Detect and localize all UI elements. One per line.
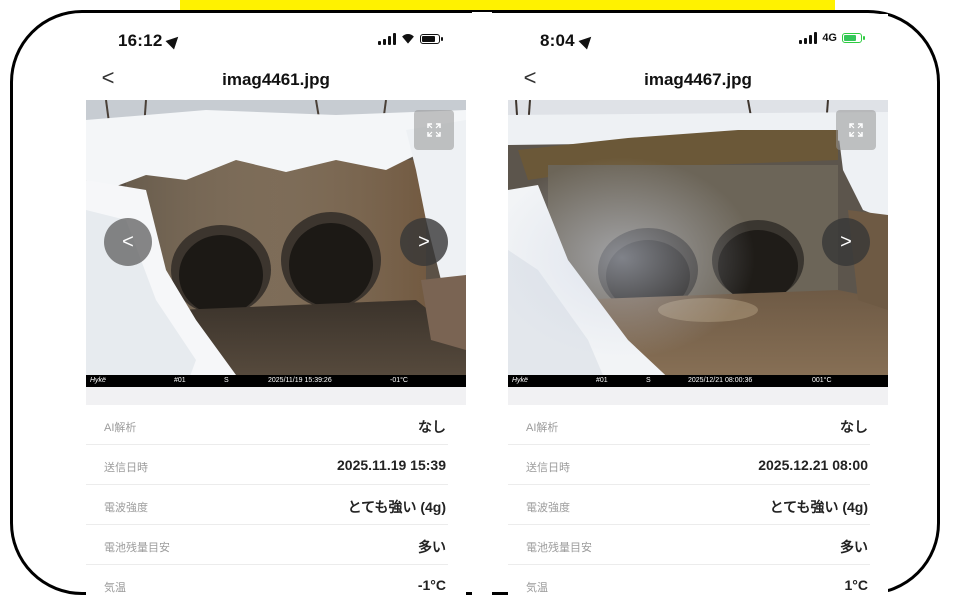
phone-screenshot-left: 16:12 < imag4461.jpg < > Hykë #01 S 2025… bbox=[86, 14, 466, 602]
center-divider bbox=[472, 12, 492, 602]
photo-info-stamp: Hykë #01 S 2025/12/21 08:00:36 001°C bbox=[508, 375, 888, 387]
stamp-brand: Hykë bbox=[90, 377, 106, 384]
info-row-battery: 電池残量目安 多い bbox=[508, 525, 870, 565]
stamp-camera-id: #01 bbox=[174, 377, 186, 384]
info-row-temperature: 気温 -1°C bbox=[86, 565, 448, 602]
info-value: なし bbox=[840, 419, 868, 435]
info-value: 1°C bbox=[844, 577, 869, 593]
status-bar: 8:04 4G bbox=[508, 14, 888, 58]
info-list: AI解析 なし 送信日時 2025.11.19 15:39 電波強度 とても強い… bbox=[86, 405, 466, 602]
info-value: とても強い (4g) bbox=[347, 499, 446, 515]
info-label: AI解析 bbox=[526, 422, 559, 434]
info-label: 電池残量目安 bbox=[104, 542, 170, 554]
info-label: 送信日時 bbox=[104, 462, 148, 474]
info-row-signal: 電波強度 とても強い (4g) bbox=[508, 485, 870, 525]
info-label: 電波強度 bbox=[526, 502, 570, 514]
next-photo-button[interactable]: > bbox=[822, 218, 870, 266]
expand-button[interactable] bbox=[836, 110, 876, 150]
next-photo-button[interactable]: > bbox=[400, 218, 448, 266]
info-label: 電波強度 bbox=[104, 502, 148, 514]
info-value: 多い bbox=[418, 539, 446, 555]
status-indicators bbox=[378, 32, 443, 46]
section-gap bbox=[508, 387, 888, 405]
info-row-ai: AI解析 なし bbox=[86, 405, 448, 445]
info-label: 電池残量目安 bbox=[526, 542, 592, 554]
info-row-sent-time: 送信日時 2025.11.19 15:39 bbox=[86, 445, 448, 485]
info-value: 2025.11.19 15:39 bbox=[337, 457, 446, 473]
cellular-signal-icon bbox=[378, 33, 396, 45]
info-row-battery: 電池残量目安 多い bbox=[86, 525, 448, 565]
info-value: とても強い (4g) bbox=[769, 499, 868, 515]
stamp-camera-id: #01 bbox=[596, 377, 608, 384]
photo-info-stamp: Hykë #01 S 2025/11/19 15:39:26 -01°C bbox=[86, 375, 466, 387]
info-label: 送信日時 bbox=[526, 462, 570, 474]
info-label: 気温 bbox=[526, 582, 548, 594]
status-time: 16:12 bbox=[118, 31, 183, 51]
stamp-brand: Hykë bbox=[512, 377, 528, 384]
status-indicators: 4G bbox=[799, 32, 865, 44]
nav-bar: < imag4461.jpg bbox=[86, 58, 466, 100]
camera-photo: > Hykë #01 S 2025/12/21 08:00:36 001°C bbox=[508, 100, 888, 387]
page-title: imag4467.jpg bbox=[644, 70, 752, 89]
info-list: AI解析 なし 送信日時 2025.12.21 08:00 電波強度 とても強い… bbox=[508, 405, 888, 602]
wifi-icon bbox=[401, 32, 415, 46]
info-row-ai: AI解析 なし bbox=[508, 405, 870, 445]
stamp-datetime: 2025/11/19 15:39:26 bbox=[268, 377, 332, 384]
stamp-mode: S bbox=[224, 377, 229, 384]
info-value: -1°C bbox=[417, 577, 446, 593]
info-value: 多い bbox=[840, 539, 868, 555]
info-row-sent-time: 送信日時 2025.12.21 08:00 bbox=[508, 445, 870, 485]
expand-icon bbox=[427, 123, 441, 137]
network-type-label: 4G bbox=[822, 32, 837, 44]
status-time-text: 8:04 bbox=[540, 31, 575, 50]
stamp-datetime: 2025/12/21 08:00:36 bbox=[688, 377, 753, 384]
info-row-temperature: 気温 1°C bbox=[508, 565, 870, 602]
stamp-temperature: 001°C bbox=[812, 377, 832, 384]
status-time-text: 16:12 bbox=[118, 31, 163, 50]
stamp-temperature: -01°C bbox=[390, 377, 408, 384]
location-arrow-icon bbox=[165, 32, 183, 50]
camera-photo: < > Hykë #01 S 2025/11/19 15:39:26 -01°C bbox=[86, 100, 466, 387]
nav-bar: < imag4467.jpg bbox=[508, 58, 888, 100]
status-time: 8:04 bbox=[540, 31, 596, 51]
info-row-signal: 電波強度 とても強い (4g) bbox=[86, 485, 448, 525]
previous-photo-button[interactable]: < bbox=[104, 218, 152, 266]
location-arrow-icon bbox=[578, 32, 596, 50]
info-label: 気温 bbox=[104, 582, 126, 594]
expand-button[interactable] bbox=[414, 110, 454, 150]
expand-icon bbox=[849, 123, 863, 137]
section-gap bbox=[86, 387, 466, 405]
phone-screenshot-right: 8:04 4G < imag4467.jpg > Hykë #01 S 2025… bbox=[508, 14, 888, 602]
page-title: imag4461.jpg bbox=[222, 70, 330, 89]
battery-icon bbox=[420, 34, 443, 44]
info-value: なし bbox=[418, 419, 446, 435]
battery-charging-icon bbox=[842, 33, 865, 43]
stamp-mode: S bbox=[646, 377, 651, 384]
status-bar: 16:12 bbox=[86, 14, 466, 58]
info-value: 2025.12.21 08:00 bbox=[758, 457, 868, 473]
info-label: AI解析 bbox=[104, 422, 137, 434]
cellular-signal-icon bbox=[799, 32, 818, 44]
